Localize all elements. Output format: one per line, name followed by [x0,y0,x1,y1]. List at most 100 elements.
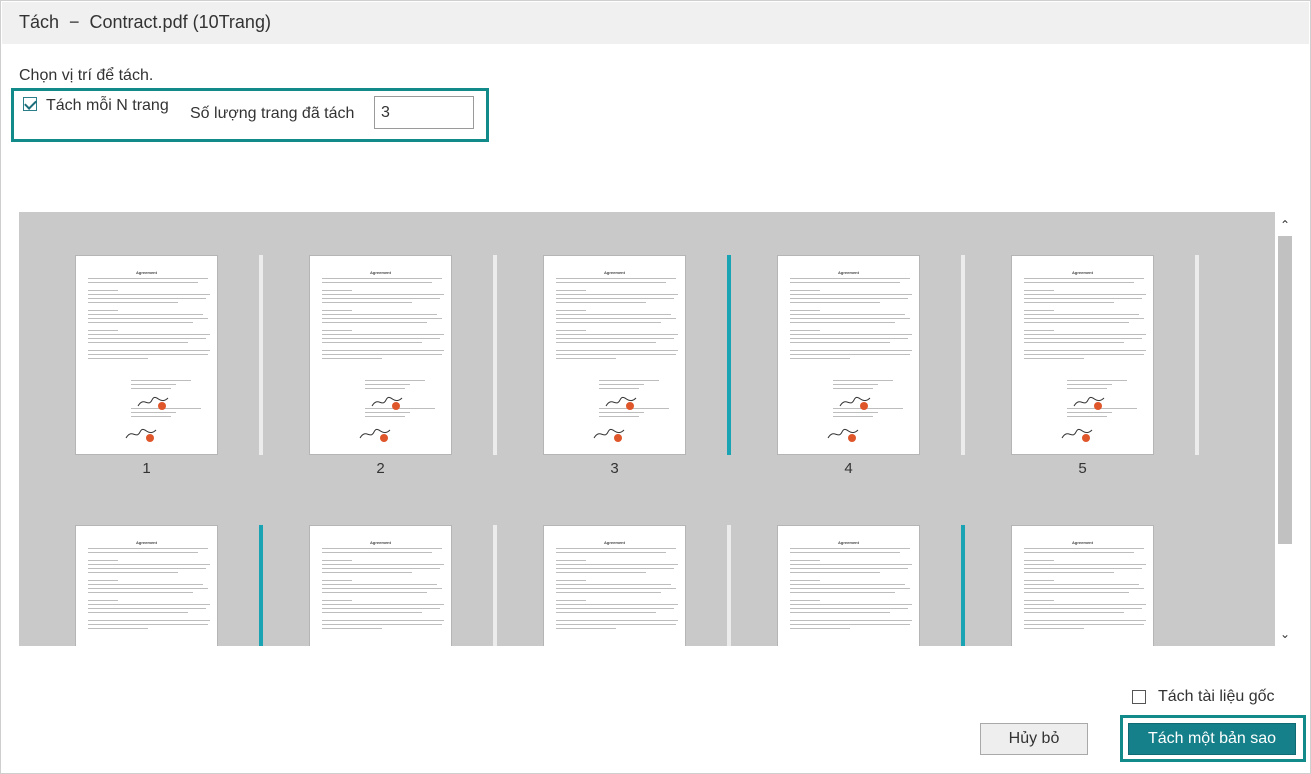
thumbnail-text-line [556,330,586,331]
thumbnail-text-line [790,584,905,585]
page-thumbnail[interactable]: Agreement [777,255,920,455]
scroll-down-icon[interactable]: ⌄ [1278,626,1292,642]
thumbnail-text-line [1067,384,1112,385]
thumbnail-text-line [790,322,895,323]
thumbnail-text-line [556,572,646,573]
split-point[interactable] [1195,255,1199,455]
page-thumbnail[interactable]: Agreement [75,255,218,455]
thumbnail-text-line [322,330,352,331]
thumbnail-text-line [1024,314,1139,315]
thumbnail-text-line [131,380,191,381]
page-thumbnail[interactable]: Agreement [309,525,452,646]
thumbnail-text-line [322,310,352,311]
thumbnail-text-line [88,314,203,315]
page-thumbnail[interactable]: Agreement [309,255,452,455]
thumbnail-text-line [556,592,661,593]
thumbnail-text-line [322,628,382,629]
thumbnail-text-line [1024,612,1124,613]
page-thumbnail[interactable]: Agreement [543,525,686,646]
thumbnail-text-line [322,314,437,315]
seal-icon [380,434,388,442]
thumbnail-text-line [88,592,193,593]
split-marker[interactable] [259,525,263,646]
split-point[interactable] [961,255,965,455]
page-thumbnail-viewer[interactable]: Agreement 1 Agreement 2 Agreement 3 Agreement 4… [19,212,1275,646]
thumbnail-text-line [365,412,410,413]
page-number: 5 [1078,460,1087,477]
thumbnail-text-line [322,342,422,343]
thumbnail-text-line [556,560,586,561]
thumbnail-text-line [322,608,440,609]
thumbnail-text-line [833,388,873,389]
seal-icon [1094,402,1102,410]
thumbnail-text-line [365,384,410,385]
thumbnail-text-line [322,592,427,593]
thumbnail-text-line [790,350,912,351]
thumbnail-text-line [556,588,676,589]
thumbnail-text-line [1024,584,1139,585]
thumbnail-text-line [790,290,820,291]
page-number: 1 [142,460,151,477]
page-thumbnail[interactable]: Agreement [543,255,686,455]
viewer-scrollbar[interactable]: ⌃ ⌄ [1275,212,1295,646]
thumbnail-text-line [790,354,910,355]
split-copy-button[interactable]: Tách một bản sao [1128,723,1296,755]
split-original-checkbox[interactable] [1132,690,1146,704]
thumbnail-text-line [556,620,678,621]
split-point[interactable] [493,255,497,455]
split-original-label[interactable]: Tách tài liệu gốc [1158,688,1275,706]
scroll-thumb[interactable] [1278,236,1292,544]
thumbnail-text-line [88,310,118,311]
thumbnail-text-line [790,278,910,279]
thumbnail-text-line [1024,592,1129,593]
thumbnail-text-line [88,552,198,553]
page-number: 4 [844,460,853,477]
seal-icon [860,402,868,410]
thumbnail-text-line [790,572,880,573]
split-every-n-checkbox[interactable] [23,97,37,111]
split-point[interactable] [259,255,263,455]
thumbnail-text-line [556,568,674,569]
thumbnail-heading: Agreement [1072,270,1093,275]
split-point[interactable] [493,525,497,646]
thumbnail-heading: Agreement [1072,540,1093,545]
split-marker[interactable] [961,525,965,646]
thumbnail-text-line [1024,318,1144,319]
thumbnail-text-line [1024,342,1124,343]
page-thumbnail[interactable]: Agreement [777,525,920,646]
split-point[interactable] [727,525,731,646]
scroll-up-icon[interactable]: ⌃ [1278,217,1292,233]
page-thumbnail[interactable]: Agreement [75,525,218,646]
thumbnail-text-line [556,282,666,283]
split-every-n-label[interactable]: Tách mỗi N trang [46,97,169,115]
thumbnail-text-line [88,612,188,613]
thumbnail-text-line [322,322,427,323]
split-dialog: Tách − Contract.pdf (10Trang) Chọn vị tr… [0,0,1311,774]
page-thumbnail[interactable]: Agreement [1011,525,1154,646]
thumbnail-text-line [88,568,206,569]
thumbnail-text-line [322,278,442,279]
thumbnail-text-line [322,548,442,549]
thumbnail-text-line [556,612,656,613]
page-number: 3 [610,460,619,477]
thumbnail-text-line [88,338,206,339]
cancel-button[interactable]: Hủy bỏ [980,723,1088,755]
thumbnail-text-line [322,564,444,565]
thumbnail-text-line [88,604,210,605]
page-count-input[interactable] [374,96,474,129]
thumbnail-text-line [1067,380,1127,381]
page-thumbnail[interactable]: Agreement [1011,255,1154,455]
thumbnail-text-line [1024,588,1144,589]
split-marker[interactable] [727,255,731,455]
thumbnail-text-line [556,322,661,323]
thumbnail-text-line [88,548,208,549]
seal-icon [1082,434,1090,442]
thumbnail-text-line [1067,412,1112,413]
thumbnail-text-line [365,388,405,389]
thumbnail-text-line [322,560,352,561]
thumbnail-text-line [88,564,210,565]
thumbnail-text-line [556,628,616,629]
thumbnail-text-line [599,380,659,381]
thumbnail-text-line [322,294,444,295]
thumbnail-text-line [1024,628,1084,629]
